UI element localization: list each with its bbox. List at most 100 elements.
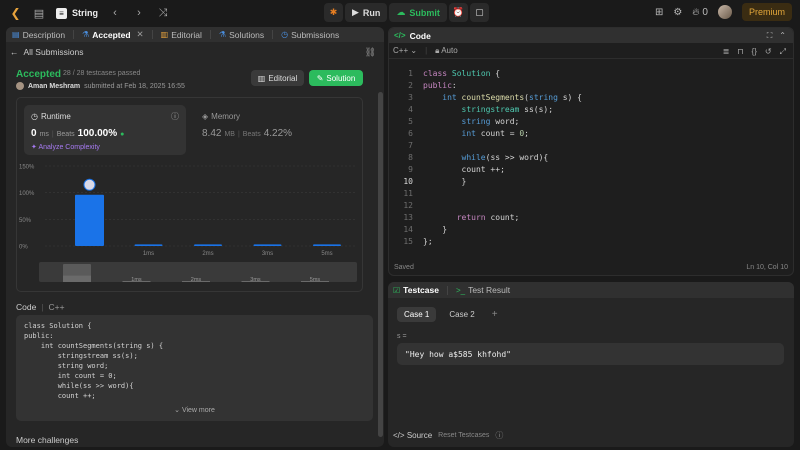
- leetcode-logo-icon[interactable]: ❮: [9, 6, 22, 20]
- tab-submissions[interactable]: ◷ Submissions: [281, 30, 339, 40]
- case-2-tab[interactable]: Case 2: [442, 307, 481, 322]
- braces-icon[interactable]: {}: [752, 47, 757, 57]
- tab-editorial[interactable]: ▥ Editorial: [161, 30, 202, 40]
- code-line[interactable]: while(ss >> word){: [423, 153, 549, 162]
- note-icon: ▢: [475, 7, 484, 17]
- code-line[interactable]: count ++;: [423, 165, 505, 174]
- analyze-complexity-link[interactable]: ✦ Analyze Complexity: [31, 143, 100, 151]
- line-number: 13: [403, 213, 413, 222]
- submission-status: Accepted: [16, 69, 62, 80]
- close-tab-icon[interactable]: ✕: [137, 29, 144, 40]
- testcases-passed: 28 / 28 testcases passed: [63, 70, 141, 77]
- reset-icon[interactable]: ↺: [765, 47, 772, 57]
- code-line[interactable]: int countSegments(string s) {: [423, 93, 582, 102]
- memory-card[interactable]: ◈ Memory 8.42 MB | Beats 4.22%: [202, 105, 352, 155]
- memory-number: 8.42: [202, 128, 222, 139]
- case-tabs: Case 1 Case 2 +: [397, 307, 498, 322]
- code-line[interactable]: return count;: [423, 213, 520, 222]
- settings-gear-icon[interactable]: ⚙: [673, 7, 682, 18]
- memory-chip-icon: ◈: [202, 112, 209, 121]
- run-button[interactable]: ▶ Run: [345, 3, 388, 22]
- code-line[interactable]: };: [423, 237, 433, 246]
- user-name[interactable]: Aman Meshram: [28, 83, 80, 90]
- add-case-icon[interactable]: +: [492, 309, 498, 320]
- editor-code-area[interactable]: 1 class Solution {2 public: 3 int countSegm…: [389, 65, 793, 255]
- history-icon: ◷: [281, 30, 289, 39]
- collapse-icon[interactable]: ⌃: [779, 31, 786, 41]
- code-editor-panel: </> Code ⛶ ⌃ C++ ⌄ | 🔒︎ Auto ≣ ⊓ {} ↺ ⤢ …: [388, 27, 794, 276]
- testcase-input[interactable]: "Hey how a$585 khfohd": [397, 343, 784, 365]
- next-problem-icon[interactable]: ›: [132, 7, 146, 19]
- notes-button[interactable]: ▢: [469, 3, 489, 22]
- submitted-code[interactable]: class Solution { public: int countSegmen…: [16, 315, 373, 421]
- code-line[interactable]: class Solution {: [423, 69, 500, 78]
- your-submission-marker: [83, 178, 96, 191]
- solution-button[interactable]: ✎ Solution: [309, 70, 363, 86]
- view-more-button[interactable]: ⌄ View more: [16, 406, 373, 414]
- flask-icon: ⚗: [218, 30, 227, 39]
- beats-badge-icon: ●: [120, 131, 125, 138]
- tab-solutions[interactable]: ⚗ Solutions: [219, 30, 264, 40]
- bookmark-icon[interactable]: ⊓: [737, 47, 743, 57]
- x-tick-label: 2ms: [202, 251, 213, 257]
- memory-unit: MB: [224, 131, 235, 138]
- info-icon[interactable]: ⓘ: [171, 111, 179, 122]
- shuffle-icon[interactable]: ⤨: [156, 7, 170, 20]
- editorial-button[interactable]: ▥ Editorial: [251, 70, 304, 86]
- line-number: 12: [403, 201, 413, 210]
- runtime-distribution-chart[interactable]: 150% 100% 50% 0% 1ms 2ms 3ms 5ms 1ms 2ms 3ms 5ms: [17, 158, 364, 293]
- cloud-upload-icon: ☁: [396, 7, 406, 17]
- tab-label: Test Result: [468, 285, 511, 295]
- code-line[interactable]: string word;: [423, 117, 520, 126]
- help-icon[interactable]: ⓘ: [495, 430, 503, 441]
- layout-grid-icon[interactable]: ⊞: [655, 7, 663, 18]
- problem-list-icon[interactable]: ▤: [32, 7, 46, 20]
- left-scrollbar[interactable]: [378, 87, 383, 447]
- tab-description[interactable]: ▤ Description: [12, 30, 65, 40]
- y-tick-label: 0%: [19, 245, 28, 251]
- code-icon: </>: [393, 431, 405, 440]
- code-line[interactable]: stringstream ss(s);: [423, 105, 554, 114]
- tab-test-result[interactable]: >_ Test Result: [456, 285, 510, 295]
- tab-accepted[interactable]: ⚗ Accepted ✕: [82, 29, 144, 40]
- tab-testcase[interactable]: ☑ Testcase: [393, 285, 439, 295]
- y-tick-label: 150%: [19, 165, 35, 171]
- scroll-thumb[interactable]: [378, 92, 383, 437]
- code-line[interactable]: int count = 0;: [423, 129, 529, 138]
- timer-button[interactable]: ⏰: [448, 3, 468, 22]
- code-header: Code | C++: [16, 302, 65, 312]
- code-line[interactable]: public:: [423, 81, 457, 90]
- prev-problem-icon[interactable]: ‹: [108, 7, 122, 19]
- reset-testcases-button[interactable]: Reset Testcases: [438, 432, 489, 439]
- problem-title[interactable]: ≡ String: [56, 7, 98, 19]
- language-select[interactable]: C++ ⌄: [393, 46, 417, 55]
- memory-value: 8.42 MB | Beats 4.22%: [202, 128, 292, 139]
- lock-icon: 🔒︎: [435, 45, 440, 55]
- user-avatar[interactable]: [717, 5, 732, 19]
- editor-window-controls: ⛶ ⌃: [767, 31, 786, 41]
- premium-button[interactable]: Premium: [741, 3, 792, 21]
- submission-author: Aman Meshram submitted at Feb 18, 2025 1…: [16, 82, 185, 90]
- code-line[interactable]: }: [423, 177, 467, 186]
- case-1-tab[interactable]: Case 1: [397, 307, 437, 322]
- submit-button[interactable]: ☁ Submit: [389, 3, 447, 22]
- runtime-label: ◷ Runtime: [31, 112, 71, 121]
- streak-fire-icon[interactable]: 🔥︎ 0: [692, 7, 708, 18]
- analyze-label: Analyze Complexity: [38, 144, 100, 151]
- auto-mode[interactable]: 🔒︎ Auto: [435, 46, 458, 56]
- runtime-card[interactable]: ◷ Runtime ⓘ 0 ms | Beats 100.00% ● ✦ Anal…: [24, 105, 186, 155]
- editor-title: Code: [409, 30, 431, 41]
- line-number: 15: [403, 237, 413, 246]
- format-icon[interactable]: ≣: [723, 47, 730, 57]
- fullscreen-icon[interactable]: ⤢: [780, 47, 786, 57]
- memory-label: ◈ Memory: [202, 112, 240, 121]
- maximize-icon[interactable]: ⛶: [767, 31, 773, 41]
- overview-label: 3ms: [250, 277, 261, 283]
- source-button[interactable]: </> Source: [393, 431, 432, 440]
- share-link-icon[interactable]: ⛓: [365, 47, 376, 58]
- back-to-submissions[interactable]: ← All Submissions: [10, 47, 84, 57]
- performance-stats: ◷ Runtime ⓘ 0 ms | Beats 100.00% ● ✦ Anal…: [16, 97, 363, 292]
- code-line[interactable]: }: [423, 225, 447, 234]
- debug-button[interactable]: ✱: [324, 3, 343, 22]
- line-number: 1: [408, 69, 413, 78]
